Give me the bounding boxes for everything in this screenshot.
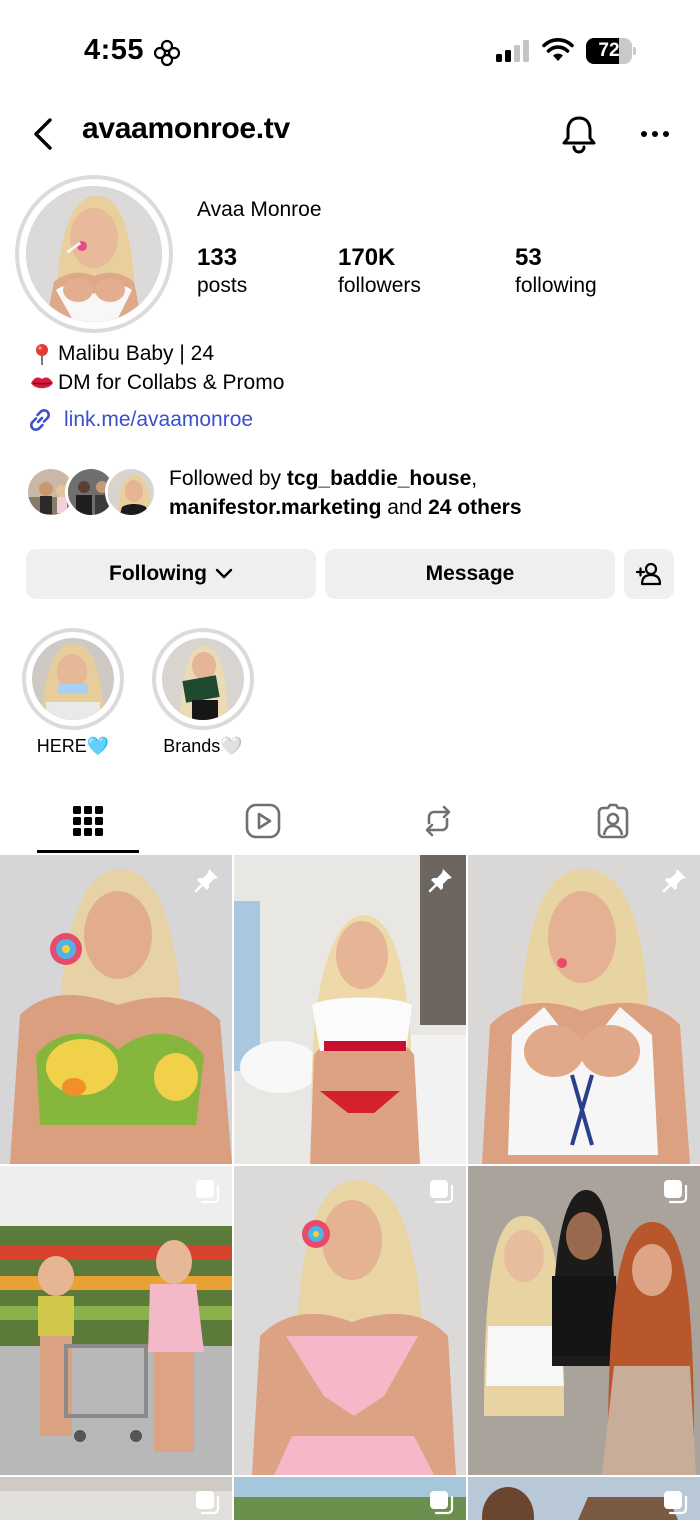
post-thumbnail[interactable] [234,855,466,1164]
posts-label: posts [197,274,248,297]
pin-icon [662,869,686,893]
post-thumbnail[interactable] [468,1166,700,1475]
followed-by-text[interactable]: Followed by tcg_baddie_house, manifestor… [169,464,669,522]
profile-link[interactable]: link.me/avaamonroe [26,406,253,434]
posts-grid [0,855,700,1520]
battery-indicator: 72 [586,38,636,64]
followers-count: 170K [338,244,396,271]
pin-icon [194,869,218,893]
battery-level: 72 [598,40,620,61]
following-button[interactable]: Following [26,549,316,599]
tab-tagged[interactable] [525,790,700,852]
tagged-icon [597,803,628,839]
following-label: following [515,274,597,297]
post-thumbnail[interactable] [468,1477,700,1520]
profile-link-text: link.me/avaamonroe [64,408,254,431]
bio-line-location: Malibu Baby | 24 [30,342,214,366]
followed-by-user1[interactable]: tcg_baddie_house [287,467,471,490]
message-button-label: Message [425,562,515,585]
bio-location-text: Malibu Baby | 24 [58,342,215,365]
highlight-cover-image [162,638,244,720]
followed-by-others[interactable]: 24 others [428,496,521,519]
following-count: 53 [515,244,542,271]
more-options-icon[interactable] [636,118,674,150]
pin-icon [36,344,48,365]
cellular-signal-icon [496,40,529,62]
carousel-icon [196,1180,220,1204]
following-button-label: Following [109,562,207,585]
profile-username: avaamonroe.tv [82,112,290,145]
display-name: Avaa Monroe [197,198,322,221]
profile-avatar[interactable] [15,175,173,333]
avatar-photo [26,186,162,322]
reposts-icon [425,805,450,837]
suggested-users-button[interactable] [624,549,674,599]
carousel-icon [664,1491,688,1515]
bell-icon[interactable] [558,112,600,156]
lips-icon [31,377,53,389]
wifi-icon [542,38,574,61]
stat-followers[interactable]: 170K followers [338,243,421,299]
add-person-icon [635,562,662,586]
carousel-icon [430,1180,454,1204]
highlight-label: Brands🤍 [163,736,243,756]
post-image [234,1166,466,1475]
focus-flower-icon [153,39,181,67]
post-image [468,855,700,1164]
stat-following[interactable]: 53 following [515,243,597,299]
mutual-avatar [105,466,157,518]
followed-by-user2[interactable]: manifestor.marketing [169,496,381,519]
carousel-icon [196,1491,220,1515]
post-image [0,855,232,1164]
status-bar: 4:55 72 [0,0,700,100]
stat-posts[interactable]: 133 posts [197,243,247,299]
tab-posts-grid[interactable] [0,790,175,852]
reels-icon [245,803,280,839]
post-image [468,1166,700,1475]
post-thumbnail[interactable] [234,1166,466,1475]
post-image [234,855,466,1164]
post-image [0,1166,232,1475]
tab-reels[interactable] [175,790,350,852]
tab-reposts[interactable] [350,790,525,852]
post-thumbnail[interactable] [0,1477,232,1520]
message-button[interactable]: Message [325,549,615,599]
followers-label: followers [338,274,421,297]
followed-by-sep: , [471,467,478,490]
highlight-cover-image [32,638,114,720]
profile-tabs [0,790,700,854]
carousel-icon [430,1491,454,1515]
post-thumbnail[interactable] [234,1477,466,1520]
chevron-down-icon [215,568,233,579]
back-icon[interactable] [28,112,62,156]
followed-by-prefix: Followed by [169,467,287,490]
pin-icon [428,869,452,893]
bio-dm-text: DM for Collabs & Promo [58,371,285,394]
post-thumbnail[interactable] [468,855,700,1164]
posts-count: 133 [197,244,238,271]
followed-by-middle: and [381,496,429,519]
grid-icon [72,806,103,836]
post-thumbnail[interactable] [0,855,232,1164]
active-tab-indicator [37,850,139,853]
mutual-followers-avatars[interactable] [25,466,157,518]
status-time: 4:55 [84,34,145,66]
link-icon [30,409,50,431]
bio-line-dm: DM for Collabs & Promo [30,371,284,395]
post-thumbnail[interactable] [0,1166,232,1475]
carousel-icon [664,1180,688,1204]
